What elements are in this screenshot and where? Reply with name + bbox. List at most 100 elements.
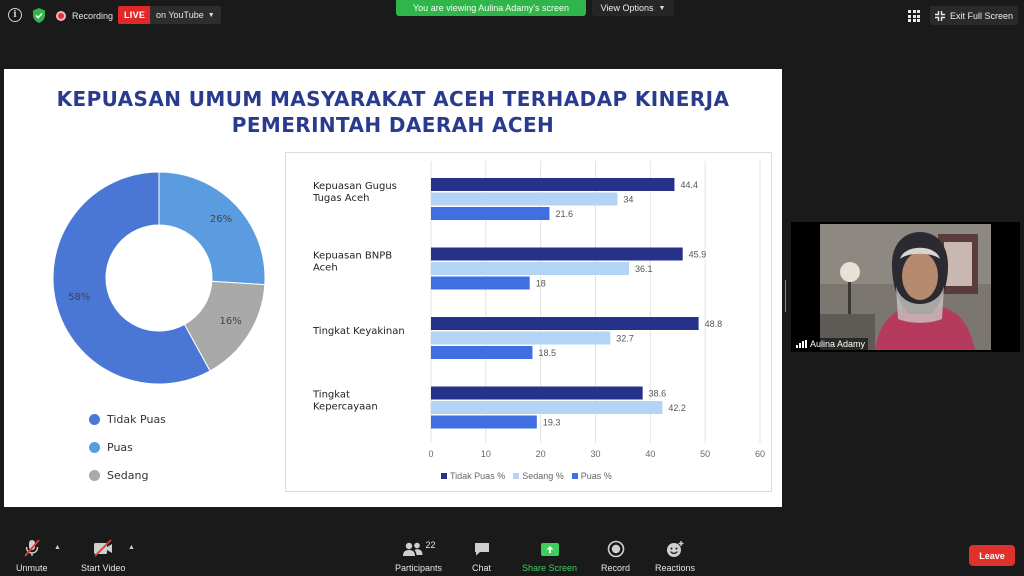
donut-slice-label: 58%: [68, 291, 91, 303]
bar-value-label: 38.6: [649, 389, 667, 399]
panel-resize-handle[interactable]: [785, 280, 788, 312]
bar-chart-legend: Tidak Puas % Sedang % Puas %: [441, 471, 612, 481]
donut-slice-puas: [158, 171, 266, 286]
bar-value-label: 34: [623, 195, 633, 205]
youtube-label: on YouTube: [156, 10, 204, 20]
view-options-label: View Options: [600, 3, 654, 13]
bar-category-label: Aceh: [313, 263, 338, 274]
exit-fullscreen-icon: [934, 10, 945, 21]
recording-label: Recording: [72, 10, 114, 21]
exit-fullscreen-button[interactable]: Exit Full Screen: [930, 6, 1018, 25]
bar-value-label: 18: [536, 279, 546, 289]
bar-legend-item: Tidak Puas %: [441, 471, 505, 481]
record-icon: [607, 538, 625, 558]
recording-indicator[interactable]: Recording: [56, 7, 113, 24]
legend-swatch-icon: [571, 473, 578, 479]
caret-down-icon: ▼: [207, 11, 215, 19]
signal-strength-icon: [796, 340, 807, 348]
shared-screen-slide: KEPUASAN UMUM MASYARAKAT ACEH TERHADAP K…: [4, 69, 782, 507]
reactions-button[interactable]: Reactions: [655, 538, 695, 573]
bar-category-label: Kepercayaan: [313, 402, 378, 413]
video-off-icon: [92, 538, 114, 558]
info-icon[interactable]: i: [8, 8, 22, 22]
bar-legend-item: Puas %: [571, 471, 612, 481]
zoom-window: i Recording LIVE on YouTube ▼ You are vi…: [0, 0, 1024, 576]
x-tick-label: 10: [481, 449, 491, 459]
legend-swatch-icon: [441, 473, 447, 479]
bar-value-label: 44.4: [680, 180, 698, 190]
bar-chart-panel: 0 10 20 30 40 50 60 Kepuasan Gugus Tugas Aceh 44.…: [285, 152, 772, 492]
bar-category-label: Kepuasan BNPB: [313, 251, 392, 262]
donut-legend-label: Puas: [107, 440, 133, 454]
bar-tidak-puas: [431, 317, 699, 330]
participant-name: Aulina Adamy: [810, 339, 866, 349]
start-video-button[interactable]: Start Video: [81, 538, 125, 573]
live-badge: LIVE: [118, 6, 152, 24]
donut-legend-label: Sedang: [107, 468, 149, 482]
record-button[interactable]: Record: [601, 538, 630, 573]
view-options-button[interactable]: View Options ▼: [592, 0, 674, 16]
record-dot-icon: [56, 10, 66, 21]
slide-title-line-2: PEMERINTAH DAERAH ACEH: [231, 113, 555, 137]
unmute-label: Unmute: [16, 563, 48, 573]
bar-legend-label: Tidak Puas %: [450, 471, 506, 481]
slide-title-line-1: KEPUASAN UMUM MASYARAKAT ACEH TERHADAP K…: [56, 87, 730, 111]
bar-category-label: Tingkat Keyakinan: [312, 326, 405, 337]
bar-value-label: 36.1: [635, 264, 653, 274]
x-tick-label: 20: [536, 449, 546, 459]
bar-value-label: 21.6: [555, 209, 573, 219]
donut-slice-label: 26%: [209, 213, 233, 225]
chat-button[interactable]: Chat: [472, 538, 491, 573]
chat-icon: [473, 538, 491, 558]
bar-puas: [431, 415, 537, 429]
bar-category-label: Tingkat: [312, 390, 350, 401]
audio-options-caret-icon[interactable]: ▲: [54, 544, 61, 551]
legend-swatch-icon: [513, 473, 520, 479]
unmute-button[interactable]: Unmute: [16, 538, 48, 573]
exit-fullscreen-label: Exit Full Screen: [949, 10, 1014, 21]
donut-legend-label: Tidak Puas: [107, 412, 166, 426]
top-bar: i Recording LIVE on YouTube ▼ You are vi…: [0, 0, 1024, 30]
bar-chart-svg: 0 10 20 30 40 50 60 Kepuasan GugusTugas Aceh 44.…: [312, 161, 765, 459]
chevron-down-icon: ▼: [658, 4, 666, 12]
video-options-caret-icon[interactable]: ▲: [128, 544, 135, 551]
x-tick-label: 40: [645, 449, 655, 459]
bar-value-label: 32.7: [616, 334, 634, 344]
participant-name-tag: Aulina Adamy: [793, 338, 869, 350]
legend-dot-icon: [89, 413, 100, 425]
youtube-stream-button[interactable]: on YouTube ▼: [150, 6, 221, 24]
participants-count: 22: [425, 540, 436, 550]
mic-muted-icon: [22, 538, 42, 558]
slide-title: KEPUASAN UMUM MASYARAKAT ACEH TERHADAP K…: [4, 86, 782, 138]
security-shield-icon[interactable]: [31, 7, 47, 24]
donut-chart: 58% 26% 16%: [48, 167, 270, 389]
bar-value-label: 42.2: [668, 403, 686, 413]
participant-video-tile[interactable]: Aulina Adamy: [791, 222, 1020, 352]
x-tick-label: 50: [700, 449, 710, 459]
bar-puas: [431, 207, 550, 220]
donut-slice-label: 16%: [219, 315, 242, 327]
bar-category-label: Tugas Aceh: [312, 193, 369, 204]
share-screen-label: Share Screen: [522, 563, 578, 573]
gallery-grid-icon[interactable]: [908, 10, 920, 22]
bar-category-label: Kepuasan Gugus: [313, 181, 397, 192]
share-screen-icon: [540, 538, 560, 558]
bar-sedang: [431, 192, 618, 206]
bar-value-label: 18.5: [538, 348, 556, 358]
donut-legend-item: Sedang: [89, 461, 166, 489]
leave-button[interactable]: Leave: [969, 545, 1015, 566]
x-tick-label: 60: [755, 449, 765, 459]
bar-puas: [431, 276, 530, 290]
bar-puas: [431, 346, 533, 359]
participants-button[interactable]: 22 Participants: [395, 538, 442, 573]
bar-legend-label: Sedang %: [522, 471, 564, 481]
participants-label: Participants: [395, 563, 443, 573]
start-video-label: Start Video: [81, 563, 126, 573]
share-screen-button[interactable]: Share Screen: [522, 538, 577, 573]
bar-sedang: [431, 262, 629, 275]
participant-video-image: [820, 224, 991, 350]
reactions-label: Reactions: [655, 563, 696, 573]
bar-tidak-puas: [431, 178, 675, 191]
donut-legend: Tidak Puas Puas Sedang: [89, 405, 166, 489]
reactions-icon: [665, 538, 685, 558]
